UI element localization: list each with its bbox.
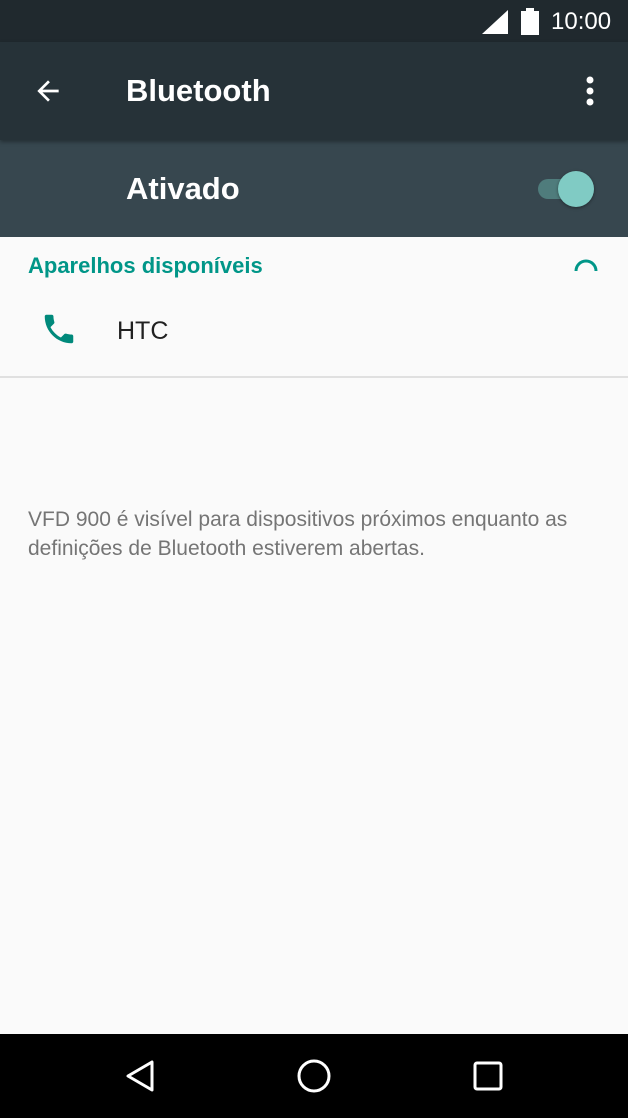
visibility-info-text: VFD 900 é visível para dispositivos próx… (28, 508, 568, 560)
status-bar: 10:00 (0, 0, 628, 42)
arrow-back-icon (37, 80, 59, 102)
navigation-bar (0, 1034, 628, 1118)
bluetooth-switch-bar[interactable]: Ativado (0, 140, 628, 237)
switch-label: Ativado (126, 171, 240, 206)
device-name: HTC (117, 317, 169, 345)
nav-recents-icon (473, 1061, 503, 1091)
more-vert-icon (586, 76, 594, 106)
battery-icon (521, 8, 539, 35)
available-devices-header: Aparelhos disponíveis (28, 253, 263, 278)
signal-icon (482, 10, 508, 34)
phone-icon (44, 314, 74, 344)
more-options-button[interactable] (566, 67, 614, 115)
bluetooth-toggle[interactable] (536, 168, 598, 210)
page-title: Bluetooth (126, 73, 271, 108)
nav-recents-button[interactable] (466, 1054, 510, 1098)
toggle-thumb (558, 171, 594, 207)
nav-home-button[interactable] (292, 1054, 336, 1098)
status-time: 10:00 (551, 8, 612, 35)
nav-home-icon (297, 1059, 331, 1093)
device-item-htc[interactable]: HTC (0, 286, 628, 376)
back-button[interactable] (24, 67, 72, 115)
nav-back-button[interactable] (118, 1054, 162, 1098)
app-bar: Bluetooth (0, 42, 628, 140)
divider (0, 376, 628, 378)
progress-spinner-icon (574, 259, 598, 272)
nav-back-icon (126, 1060, 154, 1092)
bluetooth-settings-screen: 10:00 Bluetooth Ativado Aparelhos dispon… (0, 0, 628, 1118)
